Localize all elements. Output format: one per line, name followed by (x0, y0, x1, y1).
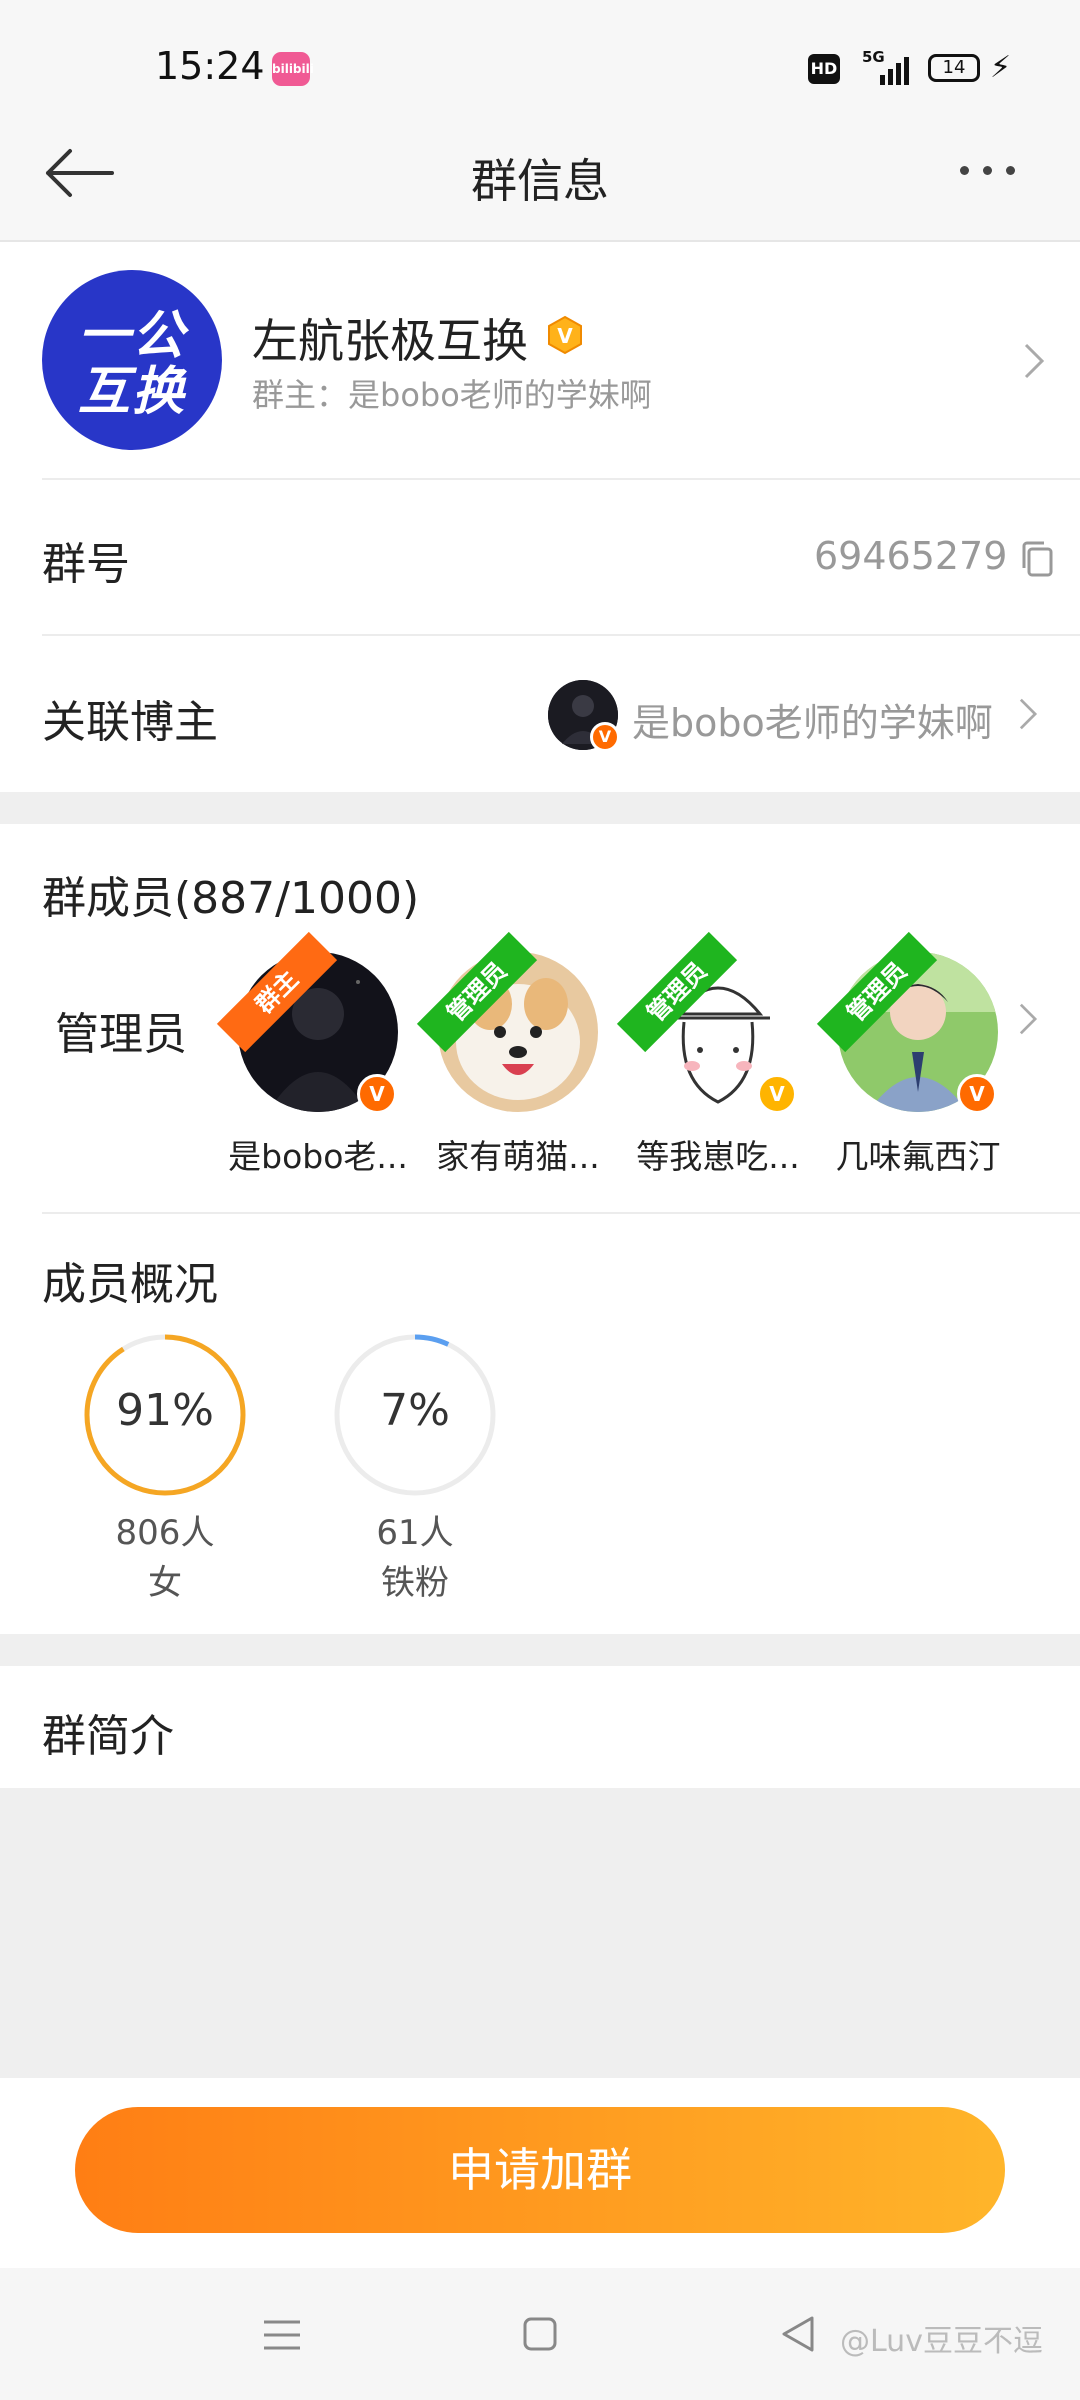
overview-title: 成员概况 (42, 1259, 218, 1310)
fans-percent: 7% (380, 1385, 450, 1436)
svg-text:V: V (557, 324, 573, 348)
chevron-right-icon[interactable] (1018, 697, 1038, 731)
divider (42, 1212, 1080, 1214)
fans-count: 61人 (376, 1513, 454, 1553)
copy-icon[interactable] (1020, 540, 1054, 578)
status-time: 15:24 (155, 44, 265, 88)
admin-name[interactable]: 家有萌猫... (423, 1130, 613, 1178)
fans-label: 铁粉 (381, 1563, 449, 1603)
intro-content-area (0, 1788, 1080, 2078)
verified-badge-icon: V (590, 722, 620, 752)
linked-blogger-label: 关联博主 (42, 697, 218, 748)
group-avatar[interactable]: 一公 互换 (42, 270, 222, 450)
admin-name[interactable]: 几味氟西汀 (823, 1130, 1013, 1178)
linked-blogger-name[interactable]: 是bobo老师的学妹啊 (632, 692, 993, 747)
verified-badge-icon: V (357, 1074, 397, 1114)
verified-badge-icon: V (757, 1074, 797, 1114)
section-separator (0, 792, 1080, 824)
home-icon[interactable] (522, 2316, 558, 2352)
admin-name[interactable]: 是bobo老... (223, 1130, 413, 1178)
admins-label: 管理员 (55, 1009, 187, 1060)
group-id-value: 69465279 (814, 534, 1008, 578)
back-icon[interactable] (780, 2314, 816, 2354)
divider (42, 478, 1080, 480)
verified-badge-icon: V (957, 1074, 997, 1114)
group-owner: 群主：是bobo老师的学妹啊 (252, 376, 652, 414)
section-separator (0, 1634, 1080, 1666)
charging-icon: ⚡ (990, 50, 1012, 85)
watermark: @Luv豆豆不逗 (840, 2324, 1043, 2359)
more-options-icon[interactable] (960, 160, 1040, 190)
divider (42, 634, 1080, 636)
female-percent: 91% (116, 1385, 214, 1436)
female-count: 806人 (115, 1513, 215, 1553)
hd-icon: HD (808, 54, 840, 84)
admin-name[interactable]: 等我崽吃... (623, 1130, 813, 1178)
signal-icon (880, 57, 909, 85)
group-avatar-line1: 一公 (77, 306, 186, 366)
battery-icon: 14 (928, 54, 980, 82)
group-id-label: 群号 (42, 539, 130, 590)
page-title: 群信息 (471, 154, 609, 208)
group-avatar-line2: 互换 (77, 362, 186, 422)
verified-badge-icon: V (548, 315, 582, 355)
apply-join-button[interactable]: 申请加群 (75, 2107, 1005, 2233)
group-name[interactable]: 左航张极互换 (252, 305, 528, 371)
chevron-right-icon[interactable] (1023, 342, 1045, 380)
intro-title: 群简介 (42, 1711, 174, 1762)
chevron-right-icon[interactable] (1018, 1002, 1038, 1036)
menu-icon[interactable] (262, 2318, 302, 2352)
members-title: 群成员(887/1000) (42, 873, 420, 924)
bilibili-notification-icon: bilibili (272, 52, 314, 86)
female-label: 女 (148, 1563, 182, 1603)
